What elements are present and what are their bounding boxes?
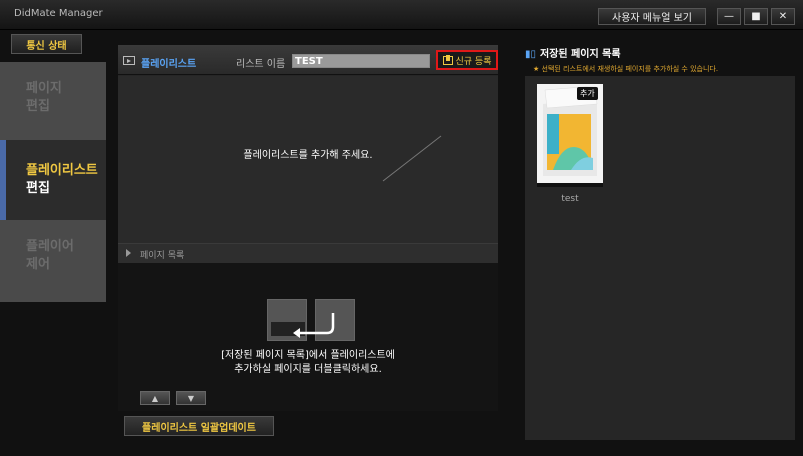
drag-hint-graphic [267,299,357,341]
page-thumbnail-label: test [561,194,579,204]
bulk-update-button[interactable]: 플레이리스트 일괄업데이트 [124,416,274,436]
sidebar-item-label: 플레이리스트 [26,163,98,178]
thumbnail-footer [537,183,603,187]
saved-pages-header: ▮▯ 저장된 페이지 목록 ★ 선택된 리스트에서 재생하실 페이지를 추가하실 … [525,45,795,74]
instruction-line-2: 추가하실 페이지를 더블클릭하세요. [234,364,382,375]
saved-pages-description: ★ 선택된 리스트에서 재생하실 페이지를 추가하실 수 있습니다. [533,65,719,73]
playlist-header-label: 플레이리스트 [141,59,197,70]
sidebar-item-page-edit[interactable]: 페이지 편집 [0,62,106,140]
saved-pages-area: 추가 test [525,76,795,440]
page-thumbnail[interactable]: 추가 [537,84,603,187]
saved-pages-title: 저장된 페이지 목록 [540,49,621,60]
comm-status-button[interactable]: 통신 상태 [11,34,82,54]
sidebar-item-player-control[interactable]: 플레이어 제어 [0,220,106,302]
playlist-drop-area[interactable]: 플레이리스트를 추가해 주세요. [118,76,498,243]
close-icon[interactable]: ✕ [771,8,795,25]
list-name-label: 리스트 이름 [236,59,286,70]
move-up-button[interactable]: ▲ [140,391,170,405]
play-icon [123,56,135,65]
sidebar-item-sublabel: 편집 [26,99,50,114]
title-bar: DidMate Manager 사용자 메뉴얼 보기 — ■ ✕ [0,0,803,30]
add-badge[interactable]: 추가 [577,87,598,100]
expand-arrow-icon [126,249,131,257]
minimize-icon[interactable]: — [717,8,741,25]
playlist-empty-message: 플레이리스트를 추가해 주세요. [243,150,373,161]
sidebar-item-playlist-edit[interactable]: 플레이리스트 편집 [0,140,106,220]
maximize-icon[interactable]: ■ [744,8,768,25]
user-manual-button[interactable]: 사용자 메뉴얼 보기 [598,8,706,25]
playlist-panel: 플레이리스트 리스트 이름 신규 등록 플레이리스트를 추가해 주세요. 페이지… [118,45,498,411]
page-list-area[interactable]: [저장된 페이지 목록]에서 플레이리스트에 추가하실 페이지를 더블클릭하세요… [118,263,498,411]
upload-icon [442,54,453,65]
sidebar-item-sublabel: 제어 [26,257,50,272]
playlist-header: 플레이리스트 리스트 이름 신규 등록 [118,45,498,75]
new-register-label: 신규 등록 [455,56,492,67]
list-icon: ▮▯ [525,49,537,60]
app-title: DidMate Manager [14,8,103,19]
new-register-button[interactable]: 신규 등록 [436,50,498,70]
page-list-instruction: [저장된 페이지 목록]에서 플레이리스트에 추가하실 페이지를 더블클릭하세요… [118,349,498,377]
sidebar-item-label: 플레이어 [26,239,74,254]
instruction-line-1: [저장된 페이지 목록]에서 플레이리스트에 [221,350,395,361]
sidebar-item-label: 페이지 [26,81,62,96]
page-list-header[interactable]: 페이지 목록 [118,243,498,263]
sidebar-item-sublabel: 편집 [26,181,50,196]
return-arrow-icon [293,313,335,338]
page-list-header-label: 페이지 목록 [140,251,185,261]
move-down-button[interactable]: ▼ [176,391,206,405]
list-name-input[interactable] [292,54,430,68]
